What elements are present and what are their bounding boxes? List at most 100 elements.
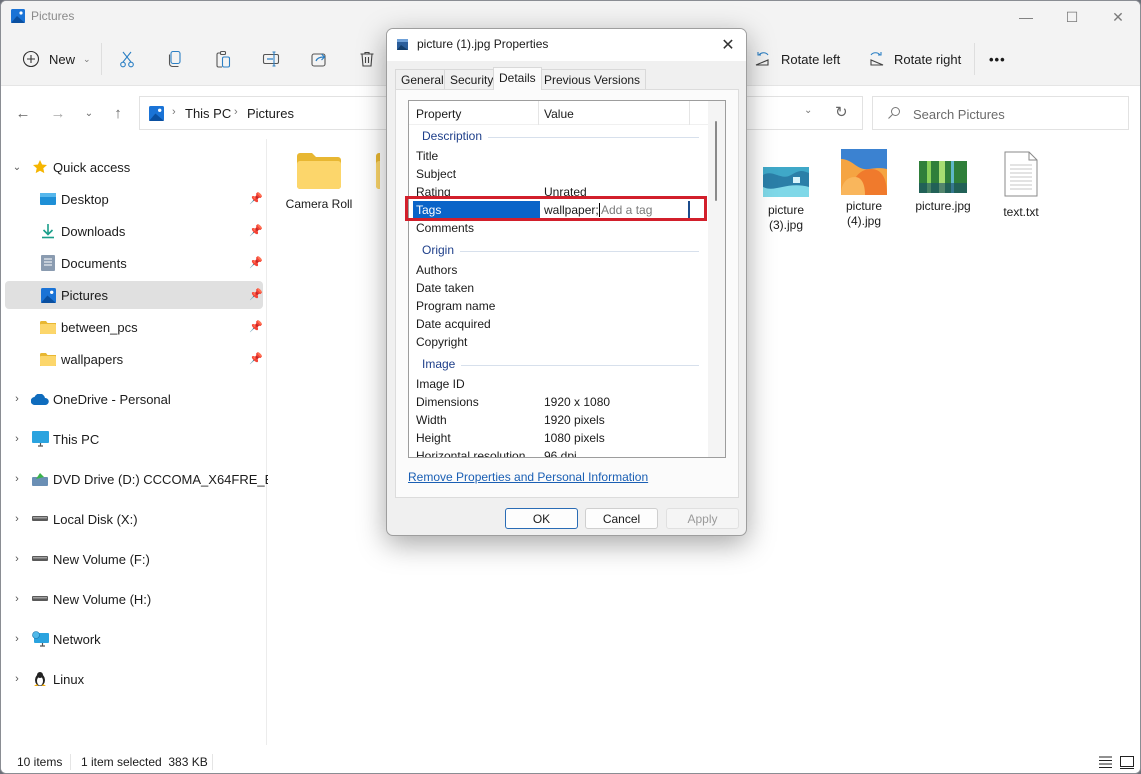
pin-icon[interactable]: 📌 (249, 256, 263, 270)
star-icon (31, 159, 49, 175)
column-divider[interactable] (689, 101, 690, 125)
property-row[interactable]: Horizontal resolution 96 dpi (413, 447, 709, 457)
rotate-left-button[interactable]: Rotate left (753, 45, 840, 73)
new-label: New (49, 51, 76, 67)
back-button[interactable]: ← (13, 103, 33, 123)
column-header-property[interactable]: Property (416, 107, 461, 121)
sidebar-label: Pictures (61, 287, 108, 303)
property-row[interactable]: Authors (413, 261, 709, 279)
sidebar-item-wallpapers[interactable]: wallpapers 📌 (5, 345, 263, 373)
search-input[interactable] (913, 104, 1118, 124)
up-button[interactable]: ↑ (108, 103, 128, 123)
sidebar-item-downloads[interactable]: Downloads 📌 (5, 217, 263, 245)
rotate-right-button[interactable]: Rotate right (866, 45, 961, 73)
add-tag-input[interactable] (601, 202, 687, 218)
toolbar-divider (101, 43, 102, 75)
tab-previous-versions[interactable]: Previous Versions (538, 69, 647, 89)
paste-button[interactable] (213, 45, 233, 73)
delete-icon (360, 51, 374, 67)
remove-properties-link[interactable]: Remove Properties and Personal Informati… (408, 470, 648, 484)
pin-icon[interactable]: 📌 (249, 224, 263, 238)
close-window-button[interactable]: ✕ (1095, 1, 1140, 33)
delete-button[interactable] (357, 45, 377, 73)
sidebar-item-documents[interactable]: Documents 📌 (5, 249, 263, 277)
property-row[interactable]: Program name (413, 297, 709, 315)
file-item[interactable]: picture (4).jpg (826, 149, 902, 229)
folder-icon (376, 153, 380, 189)
copy-button[interactable] (165, 45, 185, 73)
column-divider[interactable] (538, 101, 539, 125)
sidebar-item-this-pc[interactable]: › This PC (5, 425, 263, 453)
property-row[interactable]: Subject (413, 165, 709, 183)
property-row[interactable]: Height 1080 pixels (413, 429, 709, 447)
maximize-button[interactable]: ☐ (1049, 1, 1095, 33)
pin-icon[interactable]: 📌 (249, 288, 263, 302)
rotate-right-icon (870, 52, 884, 66)
tab-details[interactable]: Details (493, 67, 542, 90)
documents-icon (39, 255, 57, 271)
large-icons-view-icon (1120, 755, 1134, 769)
address-history-dropdown[interactable]: ⌄ (804, 105, 812, 116)
rename-button[interactable] (261, 45, 281, 73)
property-row[interactable]: Rating Unrated (413, 183, 709, 201)
sidebar-item-linux[interactable]: › Linux (5, 665, 263, 693)
pin-icon[interactable]: 📌 (249, 320, 263, 334)
sidebar-item-quick-access[interactable]: ⌄ Quick access (5, 153, 263, 181)
property-list[interactable]: Property Value Description Title Subject… (408, 100, 726, 458)
sidebar-item-desktop[interactable]: Desktop 📌 (5, 185, 263, 213)
sidebar-item-dvd-drive[interactable]: › DVD Drive (D:) CCCOMA_X64FRE_EN-US (5, 465, 305, 493)
pin-icon[interactable]: 📌 (249, 192, 263, 206)
apply-button[interactable]: Apply (666, 508, 739, 529)
file-item[interactable]: S Pi (360, 153, 380, 227)
scrollbar-thumb[interactable] (715, 121, 717, 201)
rotate-right-label: Rotate right (894, 51, 962, 67)
more-options-button[interactable]: ••• (989, 45, 1006, 73)
sidebar-item-local-disk-x[interactable]: › Local Disk (X:) (5, 505, 263, 533)
property-row[interactable]: Comments (413, 219, 709, 237)
property-row[interactable]: Image ID (413, 375, 709, 393)
file-item[interactable]: text.txt (983, 151, 1059, 220)
search-box[interactable] (872, 96, 1129, 130)
recent-locations-button[interactable]: ⌄ (79, 103, 99, 123)
group-name: Description (422, 129, 489, 143)
tab-security[interactable]: Security (444, 69, 500, 89)
share-button[interactable] (309, 45, 329, 73)
property-row[interactable]: Dimensions 1920 x 1080 (413, 393, 709, 411)
file-item[interactable]: picture (3).jpg (748, 153, 824, 233)
pin-icon[interactable]: 📌 (249, 352, 263, 366)
minimize-button[interactable]: — (1003, 1, 1049, 33)
dvd-drive-icon (31, 471, 49, 487)
new-button[interactable]: New ⌄ (21, 45, 91, 73)
property-row-tags[interactable]: Tags wallpaper; (413, 201, 709, 219)
group-divider (422, 251, 699, 252)
ok-button[interactable]: OK (505, 508, 578, 529)
forward-button[interactable]: → (48, 103, 68, 123)
tab-general[interactable]: General (395, 69, 450, 89)
dialog-close-button[interactable]: ✕ (716, 33, 740, 57)
vertical-scrollbar[interactable] (708, 101, 725, 457)
property-row[interactable]: Title (413, 147, 709, 165)
property-row[interactable]: Width 1920 pixels (413, 411, 709, 429)
sidebar-item-pictures[interactable]: Pictures 📌 (5, 281, 263, 309)
sidebar-item-new-volume-f[interactable]: › New Volume (F:) (5, 545, 263, 573)
sidebar-item-between-pcs[interactable]: between_pcs 📌 (5, 313, 263, 341)
breadcrumb-pictures[interactable]: Pictures (247, 106, 294, 121)
share-icon (311, 53, 326, 67)
breadcrumb-this-pc[interactable]: This PC (185, 106, 231, 121)
property-row[interactable]: Date acquired (413, 315, 709, 333)
sidebar-item-network[interactable]: › Network (5, 625, 263, 653)
sidebar-item-onedrive[interactable]: › OneDrive - Personal (5, 385, 263, 413)
file-item[interactable]: Camera Roll (281, 153, 357, 212)
column-header-value[interactable]: Value (544, 107, 574, 121)
tags-editor[interactable]: wallpaper; (542, 201, 690, 219)
property-row[interactable]: Date taken (413, 279, 709, 297)
cancel-button[interactable]: Cancel (585, 508, 658, 529)
file-item[interactable]: picture.jpg (905, 161, 981, 214)
sidebar-item-new-volume-h[interactable]: › New Volume (H:) (5, 585, 263, 613)
cut-button[interactable] (117, 45, 137, 73)
refresh-icon[interactable]: ↻ (835, 103, 848, 121)
sidebar-label: Documents (61, 255, 127, 271)
details-view-button[interactable] (1097, 754, 1113, 770)
large-icons-view-button[interactable] (1119, 754, 1135, 770)
property-row[interactable]: Copyright (413, 333, 709, 351)
